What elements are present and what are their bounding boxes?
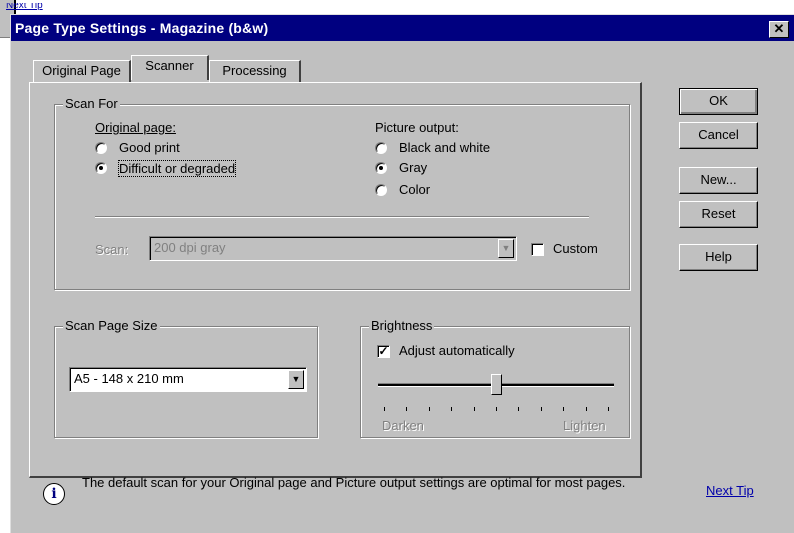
ok-button[interactable]: OK [679,88,758,115]
scan-page-size-legend: Scan Page Size [63,318,160,333]
slider-tick [496,407,497,411]
custom-label[interactable]: Custom [553,241,598,256]
close-button[interactable]: ✕ [769,21,789,38]
slider-tick [518,407,520,411]
good-print-label[interactable]: Good print [119,140,180,155]
difficult-or-degraded-label[interactable]: Difficult or degraded [117,160,237,177]
background-next-tip-link[interactable]: Next Tip [6,3,43,10]
slider-tick [608,407,609,411]
tab-processing[interactable]: Processing [209,60,301,82]
scan-resolution-select[interactable]: 200 dpi gray ▼ [149,236,517,261]
info-icon: i [43,483,65,505]
tab-scanner[interactable]: Scanner [131,55,209,80]
gray-label[interactable]: Gray [399,160,427,175]
color-label[interactable]: Color [399,182,430,197]
brightness-slider-thumb[interactable] [491,374,502,395]
cancel-button[interactable]: Cancel [679,122,758,149]
title-bar[interactable]: Page Type Settings - Magazine (b&w) ✕ [11,15,794,41]
brightness-legend: Brightness [369,318,435,333]
page-type-settings-dialog: Page Type Settings - Magazine (b&w) ✕ Or… [10,14,794,533]
help-button[interactable]: Help [679,244,758,271]
tab-label: Scanner [145,58,194,73]
radio-color[interactable] [375,184,387,196]
scan-for-group: Scan For Original page: Good print Diffi… [54,96,630,290]
darken-label: Darken [382,418,424,433]
radio-gray[interactable] [375,162,387,174]
scanner-tab-panel: Scan For Original page: Good print Diffi… [29,82,642,478]
adjust-automatically-label[interactable]: Adjust automatically [399,343,515,358]
scan-resolution-value: 200 dpi gray [154,240,226,255]
slider-tick [473,407,475,411]
scan-page-size-select[interactable]: A5 - 148 x 210 mm ▼ [69,367,307,392]
picture-output-heading: Picture output: [375,120,459,135]
brightness-group: Brightness ✓ Adjust automatically Darken… [360,318,630,438]
tab-label: Original Page [42,63,121,78]
close-icon: ✕ [773,21,785,36]
next-tip-link[interactable]: Next Tip [706,483,754,498]
custom-checkbox[interactable] [531,243,544,256]
slider-tick [406,407,408,411]
scan-for-separator [95,216,589,218]
adjust-automatically-checkbox[interactable]: ✓ [377,345,390,358]
chevron-down-icon[interactable]: ▼ [498,239,514,258]
lighten-label: Lighten [563,418,606,433]
tab-original-page[interactable]: Original Page [33,60,131,82]
new-button[interactable]: New... [679,167,758,194]
dialog-title: Page Type Settings - Magazine (b&w) [15,20,269,36]
black-and-white-label[interactable]: Black and white [399,140,490,155]
slider-tick [563,407,565,411]
slider-tick [540,407,542,411]
slider-tick [384,407,385,411]
scan-page-size-group: Scan Page Size A5 - 148 x 210 mm ▼ [54,318,318,438]
radio-good-print[interactable] [95,142,107,154]
checkmark-icon: ✓ [378,344,389,358]
scan-for-legend: Scan For [63,96,120,111]
tab-label: Processing [222,63,287,78]
slider-tick [428,407,430,411]
radio-black-and-white[interactable] [375,142,387,154]
chevron-down-icon[interactable]: ▼ [288,370,304,389]
original-page-heading: Original page: [95,120,176,135]
slider-tick [451,407,453,411]
scan-page-size-value: A5 - 148 x 210 mm [74,371,184,386]
reset-button[interactable]: Reset [679,201,758,228]
slider-tick [585,407,587,411]
radio-difficult-or-degraded[interactable] [95,162,107,174]
scan-label: Scan: [95,242,129,257]
tip-text: The default scan for your Original page … [82,475,626,490]
